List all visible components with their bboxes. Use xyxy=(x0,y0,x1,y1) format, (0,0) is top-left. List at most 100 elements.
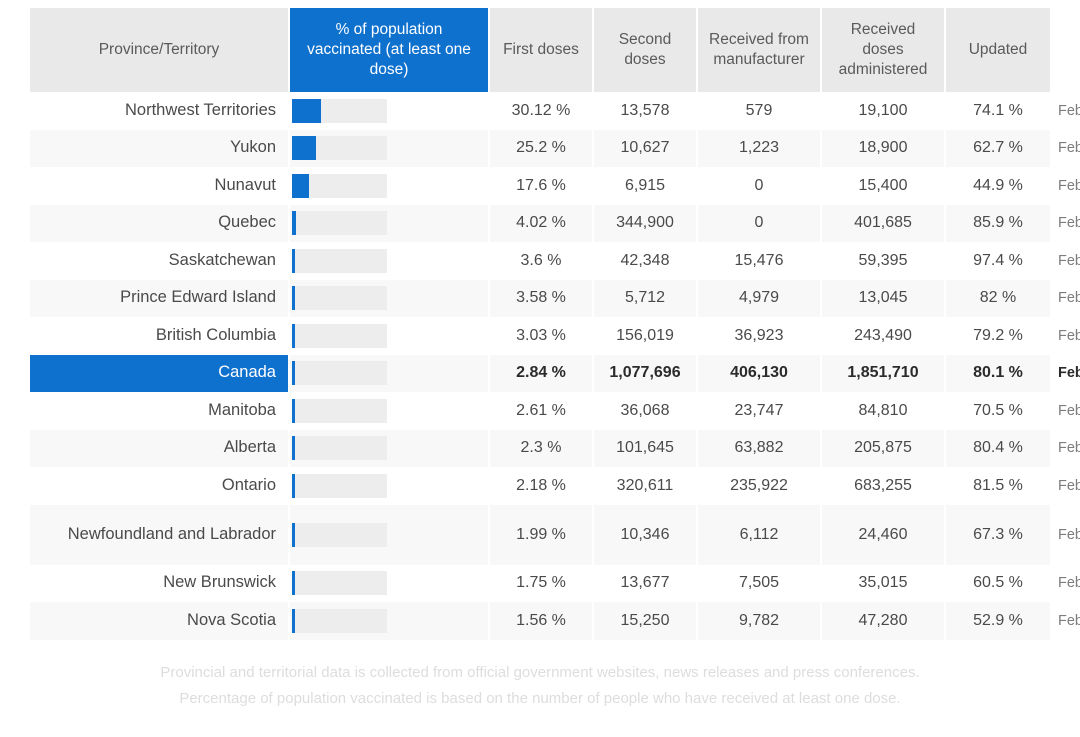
table-row[interactable]: Prince Edward Island 3.58 % 5,712 4,979 13,0… xyxy=(30,279,1080,317)
bar-track xyxy=(292,323,387,348)
vaccination-bar-cell xyxy=(290,429,488,467)
vaccination-bar-cell xyxy=(290,242,488,280)
first-doses-cell: 10,346 xyxy=(594,504,696,565)
table-row[interactable]: Saskatchewan 3.6 % 42,348 15,476 59,395 97.4 … xyxy=(30,242,1080,280)
received-doses-administered-cell: 81.5 % xyxy=(946,467,1050,505)
province-name-cell: Nunavut xyxy=(30,167,288,205)
column-header-first_doses[interactable]: First doses xyxy=(490,8,592,92)
percent-value-cell: 17.6 % xyxy=(490,167,592,205)
bar-fill xyxy=(292,173,309,198)
province-name-cell: Ontario xyxy=(30,467,288,505)
received-doses-administered-cell: 74.1 % xyxy=(946,92,1050,130)
vaccination-bar-cell xyxy=(290,204,488,242)
received-doses-administered-cell: 82 % xyxy=(946,279,1050,317)
percent-value-cell: 2.18 % xyxy=(490,467,592,505)
column-header-bar[interactable]: % of population vaccinated (at least one… xyxy=(290,8,488,92)
received-doses-administered-cell: 60.5 % xyxy=(946,564,1050,602)
table-row[interactable]: Yukon25.2 %10,6271,22318,90062.7 %Feb. 1… xyxy=(30,129,1080,167)
first-doses-cell: 344,900 xyxy=(594,204,696,242)
second-doses-cell: 36,923 xyxy=(698,317,820,355)
table-row[interactable]: Canada 2.84 % 1,077,696 406,130 1,851,710 80.… xyxy=(30,354,1080,392)
second-doses-cell: 15,476 xyxy=(698,242,820,280)
province-name-cell: Yukon xyxy=(30,129,288,167)
second-doses-cell: 4,979 xyxy=(698,279,820,317)
bar-track xyxy=(292,608,387,633)
table-container: Province/Territory% of population vaccin… xyxy=(28,8,1080,640)
bar-track xyxy=(292,286,387,311)
bar-track xyxy=(292,436,387,461)
second-doses-cell: 579 xyxy=(698,92,820,130)
province-name-cell: New Brunswick xyxy=(30,564,288,602)
table-row[interactable]: Alberta 2.3 % 101,645 63,882 205,875 80.4 % Fe… xyxy=(30,429,1080,467)
received-doses-administered-cell: 85.9 % xyxy=(946,204,1050,242)
bar-fill xyxy=(292,211,296,236)
vaccination-bar-cell xyxy=(290,602,488,640)
received-doses-administered-cell: 97.4 % xyxy=(946,242,1050,280)
received-from-manufacturer-cell: 24,460 xyxy=(822,504,944,565)
second-doses-cell: 6,112 xyxy=(698,504,820,565)
percent-value-cell: 4.02 % xyxy=(490,204,592,242)
vaccination-bar-cell xyxy=(290,504,488,565)
column-header-second_doses[interactable]: Second doses xyxy=(594,8,696,92)
bar-track xyxy=(292,571,387,596)
received-from-manufacturer-cell: 1,851,710 xyxy=(822,354,944,392)
received-doses-administered-cell: 62.7 % xyxy=(946,129,1050,167)
table-row[interactable]: Nunavut17.6 %6,915015,40044.9 %Feb. 19 xyxy=(30,167,1080,205)
received-doses-administered-cell: 80.1 % xyxy=(946,354,1050,392)
bar-fill xyxy=(292,136,316,161)
vaccination-bar-cell xyxy=(290,467,488,505)
bar-track xyxy=(292,522,387,547)
column-header-province[interactable]: Province/Territory xyxy=(30,8,288,92)
percent-value-cell: 3.03 % xyxy=(490,317,592,355)
received-from-manufacturer-cell: 19,100 xyxy=(822,92,944,130)
bar-track xyxy=(292,398,387,423)
second-doses-cell: 0 xyxy=(698,167,820,205)
second-doses-cell: 7,505 xyxy=(698,564,820,602)
column-header-updated[interactable]: Updated xyxy=(946,8,1050,92)
column-header-received_doses_administered[interactable]: Received doses administered xyxy=(822,8,944,92)
vaccination-bar-cell xyxy=(290,129,488,167)
table-row[interactable]: Ontario 2.18 % 320,611 235,922 683,255 81.5 %… xyxy=(30,467,1080,505)
province-name-cell: Manitoba xyxy=(30,392,288,430)
vaccination-table: Province/Territory% of population vaccin… xyxy=(28,8,1080,640)
province-name-cell: Saskatchewan xyxy=(30,242,288,280)
bar-fill xyxy=(292,361,295,386)
province-name-cell: Northwest Territories xyxy=(30,92,288,130)
vaccination-bar-cell xyxy=(290,354,488,392)
first-doses-cell: 13,677 xyxy=(594,564,696,602)
province-name-cell: Canada xyxy=(30,354,288,392)
percent-value-cell: 30.12 % xyxy=(490,92,592,130)
second-doses-cell: 63,882 xyxy=(698,429,820,467)
table-row[interactable]: New Brunswick 1.75 % 13,677 7,505 35,015 60.5… xyxy=(30,564,1080,602)
table-header: Province/Territory% of population vaccin… xyxy=(30,8,1052,92)
table-row[interactable]: Nova Scotia 1.56 % 15,250 9,782 47,280 52.9 %… xyxy=(30,602,1080,640)
table-row[interactable]: British Columbia 3.03 % 156,019 36,923 243,4… xyxy=(30,317,1080,355)
percent-value-cell: 25.2 % xyxy=(490,129,592,167)
vaccination-bar-cell xyxy=(290,92,488,130)
bar-fill xyxy=(292,473,295,498)
first-doses-cell: 320,611 xyxy=(594,467,696,505)
column-header-received_from_manufacturer[interactable]: Received from manufacturer xyxy=(698,8,820,92)
second-doses-cell: 235,922 xyxy=(698,467,820,505)
second-doses-cell: 9,782 xyxy=(698,602,820,640)
received-doses-administered-cell: 52.9 % xyxy=(946,602,1050,640)
table-row[interactable]: Northwest Territories 30.12 % 13,578 579 19,… xyxy=(30,92,1080,130)
bar-track xyxy=(292,473,387,498)
received-from-manufacturer-cell: 18,900 xyxy=(822,129,944,167)
percent-value-cell: 1.75 % xyxy=(490,564,592,602)
footnote-line: Provincial and territorial data is colle… xyxy=(160,664,920,681)
first-doses-cell: 13,578 xyxy=(594,92,696,130)
received-doses-administered-cell: 70.5 % xyxy=(946,392,1050,430)
province-name-cell: Quebec xyxy=(30,204,288,242)
received-from-manufacturer-cell: 13,045 xyxy=(822,279,944,317)
table-row[interactable]: Quebec4.02 %344,9000401,68585.9 %Feb. 21 xyxy=(30,204,1080,242)
percent-value-cell: 2.3 % xyxy=(490,429,592,467)
table-row[interactable]: Newfoundland and Labrador 1.99 % 10,346 6,1… xyxy=(30,504,1080,565)
first-doses-cell: 10,627 xyxy=(594,129,696,167)
province-name-cell: British Columbia xyxy=(30,317,288,355)
received-from-manufacturer-cell: 243,490 xyxy=(822,317,944,355)
table-row[interactable]: Manitoba 2.61 % 36,068 23,747 84,810 70.5 % Fe… xyxy=(30,392,1080,430)
second-doses-cell: 23,747 xyxy=(698,392,820,430)
province-name-cell: Newfoundland and Labrador xyxy=(30,504,288,565)
bar-fill xyxy=(292,398,295,423)
